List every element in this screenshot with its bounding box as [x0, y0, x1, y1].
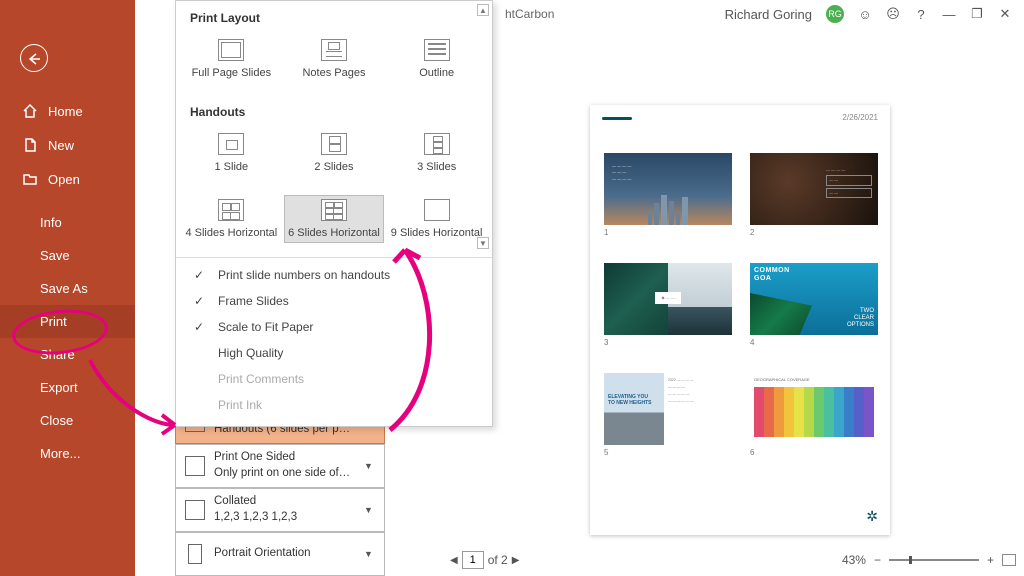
chevron-down-icon: ▼: [364, 549, 384, 559]
sidebar-item-save[interactable]: Save: [0, 239, 135, 272]
sidebar-top-group: Home New Open: [0, 94, 135, 196]
slide-thumb-5: ELEVATING YOUTO NEW HEIGHTS 2022 — — — —…: [604, 373, 732, 445]
feedback-frown-icon[interactable]: ☹: [886, 6, 900, 22]
document-title-suffix: htCarbon: [505, 7, 554, 21]
handout-3-slides[interactable]: 3 Slides: [387, 129, 487, 177]
close-window-button[interactable]: ✕: [998, 6, 1012, 22]
sidebar-item-new[interactable]: New: [0, 128, 135, 162]
zoom-in-button[interactable]: +: [987, 553, 994, 567]
sidebar-item-export[interactable]: Export: [0, 371, 135, 404]
handout-2-icon: [321, 133, 347, 155]
check-high-quality[interactable]: High Quality: [176, 340, 492, 366]
sidebar-item-more[interactable]: More...: [0, 437, 135, 470]
feedback-smile-icon[interactable]: ☺: [858, 7, 872, 22]
chevron-down-icon: ▼: [364, 461, 384, 471]
slide-thumbnails: — — — —— — —— — — — 1 — — — —— —— — 2 ◆ …: [604, 153, 878, 445]
handout-6h-icon: [321, 199, 347, 221]
check-print-ink: Print Ink: [176, 392, 492, 418]
zoom-slider[interactable]: [889, 559, 979, 561]
page-nav: ◀ of 2 ▶: [450, 551, 519, 569]
prev-page-button[interactable]: ◀: [450, 555, 458, 566]
check-icon: ✓: [194, 268, 208, 282]
slide-thumb-6: GEOGRAPHICAL COVERAGE 6: [750, 373, 878, 445]
back-button[interactable]: [20, 44, 48, 72]
portrait-icon: [176, 544, 214, 564]
new-icon: [22, 137, 38, 153]
one-sided-icon: [176, 456, 214, 476]
setting-orientation[interactable]: Portrait Orientation ▼: [175, 532, 385, 576]
check-scale-to-fit[interactable]: ✓Scale to Fit Paper: [176, 314, 492, 340]
slide-thumb-2: — — — —— —— — 2: [750, 153, 878, 225]
sidebar-item-share[interactable]: Share: [0, 338, 135, 371]
next-page-button[interactable]: ▶: [512, 555, 520, 566]
handout-6-horizontal[interactable]: 6 Slides Horizontal: [284, 195, 384, 243]
zoom-level: 43%: [842, 553, 866, 567]
page-number-input[interactable]: [462, 551, 484, 569]
page-decoration: [602, 117, 632, 120]
preview-footer: ◀ of 2 ▶ 43% − +: [450, 548, 1016, 572]
chevron-down-icon: ▼: [364, 505, 384, 515]
user-name: Richard Goring: [725, 7, 812, 22]
preview-page: 2/26/2021 — — — —— — —— — — — 1 — — — ——…: [590, 105, 890, 535]
setting-collated[interactable]: Collated1,2,3 1,2,3 1,2,3 ▼: [175, 488, 385, 532]
check-icon: ✓: [194, 320, 208, 334]
handout-options-row1: 1 Slide 2 Slides 3 Slides: [176, 123, 492, 189]
user-avatar[interactable]: RG: [826, 5, 844, 23]
slide-thumb-3: ◆ — — 3: [604, 263, 732, 335]
check-print-slide-numbers[interactable]: ✓Print slide numbers on handouts: [176, 262, 492, 288]
print-layout-dropdown: ▲ Print Layout Full Page Slides Notes Pa…: [175, 0, 493, 427]
layout-full-page[interactable]: Full Page Slides: [181, 35, 281, 83]
full-page-icon: [218, 39, 244, 61]
help-icon[interactable]: ?: [914, 7, 928, 22]
print-preview: 2/26/2021 — — — —— — —— — — — 1 — — — ——…: [450, 75, 1005, 535]
sidebar-item-info[interactable]: Info: [0, 206, 135, 239]
slide-thumb-1: — — — —— — —— — — — 1: [604, 153, 732, 225]
notes-pages-icon: [321, 39, 347, 61]
sidebar-item-save-as[interactable]: Save As: [0, 272, 135, 305]
handout-1-slide[interactable]: 1 Slide: [181, 129, 281, 177]
handout-4-horizontal[interactable]: 4 Slides Horizontal: [181, 195, 281, 243]
layout-outline[interactable]: Outline: [387, 35, 487, 83]
sidebar-item-close[interactable]: Close: [0, 404, 135, 437]
handout-1-icon: [218, 133, 244, 155]
arrow-left-icon: [26, 50, 42, 66]
open-icon: [22, 171, 38, 187]
scroll-down-button[interactable]: ▼: [477, 237, 489, 249]
sidebar-sub-group: Info Save Save As Print Share Export Clo…: [0, 206, 135, 470]
home-icon: [22, 103, 38, 119]
page-logo-icon: ✲: [866, 508, 878, 525]
layout-options: Full Page Slides Notes Pages Outline: [176, 29, 492, 95]
handout-4h-icon: [218, 199, 244, 221]
handout-9-horizontal[interactable]: 9 Slides Horizontal: [387, 195, 487, 243]
sidebar-label: New: [48, 138, 74, 153]
section-print-layout: Print Layout: [176, 1, 492, 29]
layout-notes-pages[interactable]: Notes Pages: [284, 35, 384, 83]
check-icon: ✓: [194, 294, 208, 308]
sidebar-item-print[interactable]: Print: [0, 305, 135, 338]
collated-icon: [176, 500, 214, 520]
zoom-control: 43% − +: [842, 553, 1016, 567]
fit-to-window-button[interactable]: [1002, 554, 1016, 566]
scroll-up-button[interactable]: ▲: [477, 4, 489, 16]
page-date: 2/26/2021: [842, 113, 878, 122]
page-count: of 2: [488, 553, 508, 567]
setting-sides[interactable]: Print One SidedOnly print on one side of…: [175, 444, 385, 488]
sidebar-item-home[interactable]: Home: [0, 94, 135, 128]
sidebar-item-open[interactable]: Open: [0, 162, 135, 196]
handout-options-row2: 4 Slides Horizontal 6 Slides Horizontal …: [176, 189, 492, 255]
handout-9h-icon: [424, 199, 450, 221]
outline-icon: [424, 39, 450, 61]
restore-button[interactable]: ❐: [970, 6, 984, 22]
backstage-sidebar: Home New Open Info Save Save As Print Sh…: [0, 0, 135, 576]
section-handouts: Handouts: [176, 95, 492, 123]
sidebar-label: Home: [48, 104, 83, 119]
check-frame-slides[interactable]: ✓Frame Slides: [176, 288, 492, 314]
check-print-comments: Print Comments: [176, 366, 492, 392]
slide-thumb-4: COMMONGOA TWOCLEAROPTIONS 4: [750, 263, 878, 335]
handout-3-icon: [424, 133, 450, 155]
zoom-out-button[interactable]: −: [874, 553, 881, 567]
minimize-button[interactable]: —: [942, 7, 956, 22]
sidebar-label: Open: [48, 172, 80, 187]
handout-2-slides[interactable]: 2 Slides: [284, 129, 384, 177]
